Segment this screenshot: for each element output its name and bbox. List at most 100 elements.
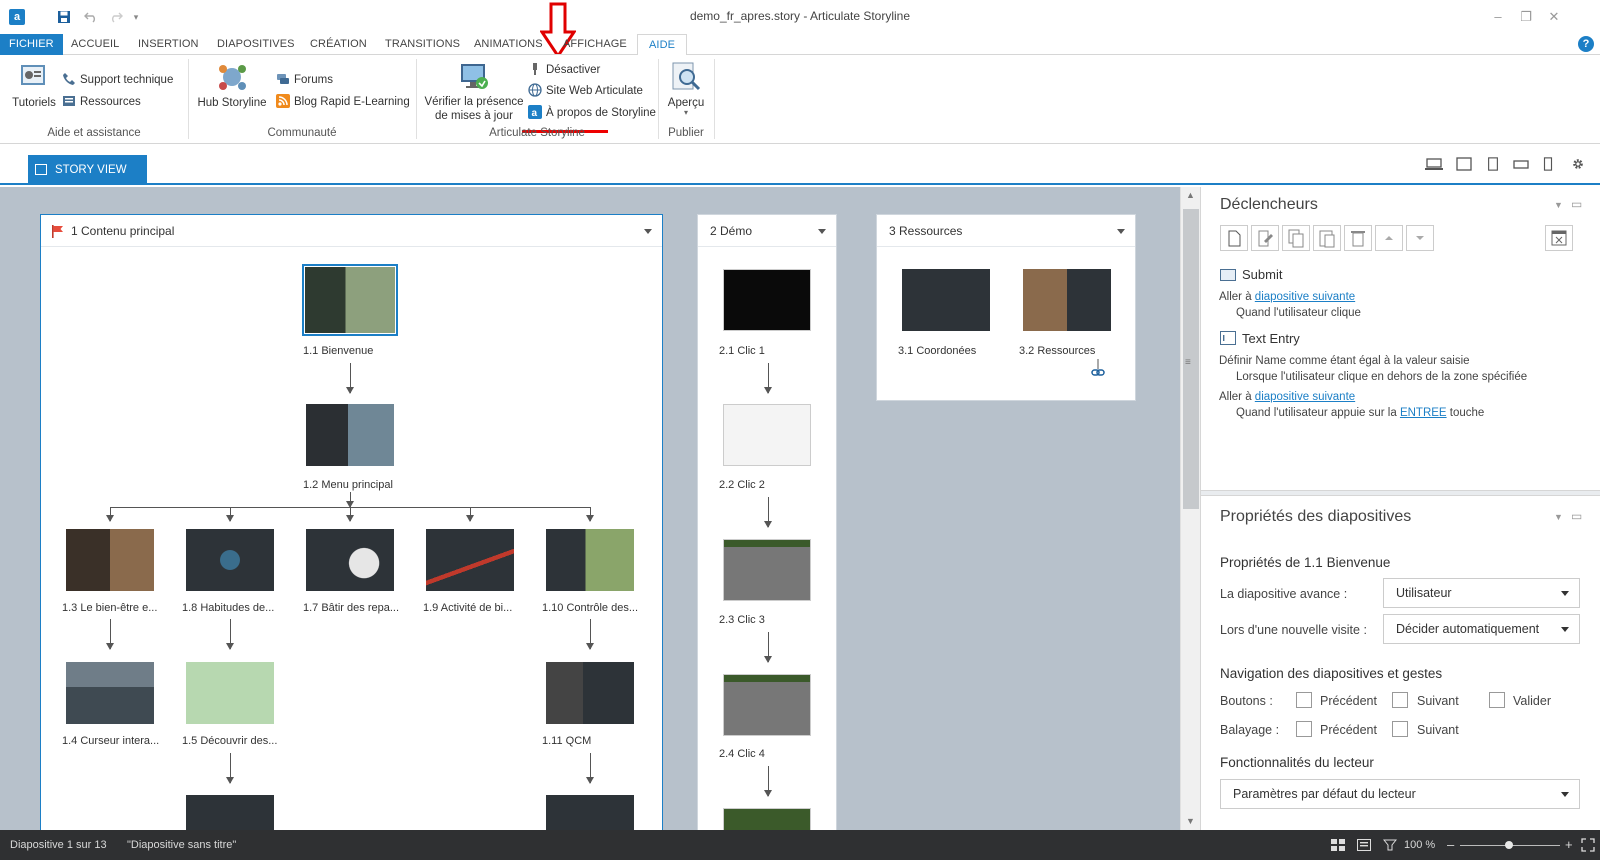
zoom-out-icon[interactable]: – [1447, 830, 1454, 860]
avance-select[interactable]: Utilisateur [1383, 578, 1580, 608]
slide-thumb-1-8[interactable] [186, 529, 274, 591]
panel-splitter[interactable] [1201, 490, 1600, 496]
move-up-button[interactable] [1375, 225, 1403, 251]
blog-button[interactable]: Blog Rapid E-Learning [276, 94, 410, 108]
trigger-object-text-entry[interactable]: Text Entry [1220, 331, 1300, 346]
lecteur-select[interactable]: Paramètres par défaut du lecteur [1220, 779, 1580, 809]
trigger-1[interactable]: Aller à diapositive suivante [1219, 291, 1355, 303]
balayage-precedent-checkbox[interactable] [1296, 721, 1312, 737]
zoom-slider-thumb[interactable] [1505, 841, 1513, 849]
balayage-suivant-checkbox[interactable] [1392, 721, 1408, 737]
slide-thumb-1-5[interactable] [186, 662, 274, 724]
panel-float-icon[interactable]: ▭ [1571, 197, 1582, 211]
trigger-3-entree-link[interactable]: ENTREE [1400, 407, 1447, 419]
slide-thumb-1-7[interactable] [306, 529, 394, 591]
boutons-label: Boutons : [1220, 694, 1273, 708]
apercu-dropdown-icon[interactable]: ▾ [664, 109, 708, 117]
slide-thumb-1-4[interactable] [66, 662, 154, 724]
tablet-landscape-icon[interactable] [1456, 157, 1472, 171]
tab-animations[interactable]: ANIMATIONS [474, 34, 543, 55]
slide-thumb-partial[interactable] [186, 795, 274, 830]
slide-thumb-2-3[interactable] [723, 539, 811, 601]
restore-icon[interactable]: ❐ [1512, 8, 1540, 26]
boutons-precedent-checkbox[interactable] [1296, 692, 1312, 708]
boutons-suivant-checkbox[interactable] [1392, 692, 1408, 708]
story-view-tab[interactable]: STORY VIEW [28, 155, 147, 185]
tutoriels-button[interactable]: Tutoriels [10, 61, 58, 109]
slide-thumb-1-9[interactable] [426, 529, 514, 591]
scene-menu-caret-icon[interactable] [644, 229, 652, 234]
scene-3-header[interactable]: 3 Ressources [877, 215, 1135, 247]
edit-trigger-button[interactable] [1251, 225, 1279, 251]
scene-2-header[interactable]: 2 Démo [698, 215, 836, 247]
copy-trigger-button[interactable] [1282, 225, 1310, 251]
new-trigger-button[interactable] [1220, 225, 1248, 251]
panel-float-icon[interactable]: ▭ [1571, 509, 1582, 523]
slide-thumb-2-4[interactable] [723, 674, 811, 736]
tab-diapositives[interactable]: DIAPOSITIVES [217, 34, 295, 55]
normal-view-icon[interactable] [1357, 839, 1371, 851]
support-technique-button[interactable]: Support technique [62, 72, 173, 86]
trigger-object-submit[interactable]: Submit [1220, 267, 1282, 282]
slide-thumb-2-1[interactable] [723, 269, 811, 331]
scene-1-header[interactable]: 1 Contenu principal [41, 215, 662, 247]
chevron-down-icon [1561, 792, 1569, 797]
tab-fichier[interactable]: FICHIER [0, 34, 63, 55]
apercu-button[interactable]: Aperçu ▾ [664, 61, 708, 117]
desactiver-button[interactable]: Désactiver [528, 62, 600, 76]
story-view-grid-icon[interactable] [1331, 839, 1345, 851]
slide-thumb-1-3[interactable] [66, 529, 154, 591]
site-web-button[interactable]: Site Web Articulate [528, 83, 643, 97]
scroll-down-icon[interactable]: ▼ [1186, 816, 1195, 826]
tab-insertion[interactable]: INSERTION [138, 34, 199, 55]
move-down-button[interactable] [1406, 225, 1434, 251]
tab-affichage[interactable]: AFFICHAGE [563, 34, 627, 55]
minimize-icon[interactable]: – [1484, 8, 1512, 26]
hub-storyline-button[interactable]: Hub Storyline [194, 61, 270, 109]
phone-landscape-icon[interactable] [1513, 157, 1529, 171]
zoom-in-icon[interactable]: + [1565, 830, 1573, 860]
gear-icon[interactable] [1570, 157, 1586, 171]
scene-menu-caret-icon[interactable] [1117, 229, 1125, 234]
scroll-up-icon[interactable]: ▲ [1186, 190, 1195, 200]
trigger-1-link[interactable]: diapositive suivante [1255, 291, 1355, 303]
collapse-caret-icon[interactable]: ▼ [1554, 512, 1563, 522]
tab-accueil[interactable]: ACCUEIL [71, 34, 119, 55]
slide-thumb-partial[interactable] [723, 808, 811, 830]
fit-to-window-icon[interactable] [1581, 838, 1595, 852]
canvas-scrollbar[interactable]: ▲ ≡ ▼ [1180, 187, 1200, 830]
collapse-caret-icon[interactable]: ▼ [1554, 200, 1563, 210]
slide-thumb-1-2[interactable] [306, 404, 394, 466]
splitter-grip-icon[interactable]: ≡ [1185, 357, 1191, 368]
tablet-portrait-icon[interactable] [1487, 157, 1499, 171]
slide-thumb-1-11[interactable] [546, 662, 634, 724]
help-icon[interactable]: ? [1578, 36, 1594, 52]
forums-button[interactable]: Forums [276, 72, 333, 86]
slide-thumb-3-2[interactable] [1023, 269, 1111, 331]
slide-thumb-1-10[interactable] [546, 529, 634, 591]
scene-menu-caret-icon[interactable] [818, 229, 826, 234]
trigger-3[interactable]: Aller à diapositive suivante [1219, 391, 1355, 403]
slide-thumb-3-1[interactable] [902, 269, 990, 331]
delete-trigger-button[interactable] [1344, 225, 1372, 251]
paste-trigger-button[interactable] [1313, 225, 1341, 251]
slide-thumb-partial[interactable] [546, 795, 634, 830]
slide-thumb-2-2[interactable] [723, 404, 811, 466]
trigger-2[interactable]: Définir Name comme étant égal à la valeu… [1219, 355, 1470, 367]
phone-portrait-icon[interactable] [1543, 157, 1553, 171]
preview-view-icon[interactable] [1383, 839, 1397, 851]
tab-aide[interactable]: AIDE [637, 34, 688, 56]
tab-creation[interactable]: CRÉATION [310, 34, 367, 55]
slide-thumb-1-1[interactable] [302, 264, 398, 336]
tab-transitions[interactable]: TRANSITIONS [385, 34, 460, 55]
desktop-preview-icon[interactable] [1425, 157, 1443, 171]
trigger-3-link[interactable]: diapositive suivante [1255, 391, 1355, 403]
boutons-valider-checkbox[interactable] [1489, 692, 1505, 708]
verifier-mises-a-jour-button[interactable]: Vérifier la présence de mises à jour [422, 61, 526, 123]
a-propos-button[interactable]: a À propos de Storyline [528, 105, 656, 119]
close-icon[interactable]: ✕ [1540, 8, 1568, 26]
visite-select[interactable]: Décider automatiquement [1383, 614, 1580, 644]
link-icon[interactable] [1090, 359, 1106, 379]
ressources-button[interactable]: Ressources [62, 94, 141, 108]
variables-button[interactable] [1545, 225, 1573, 251]
